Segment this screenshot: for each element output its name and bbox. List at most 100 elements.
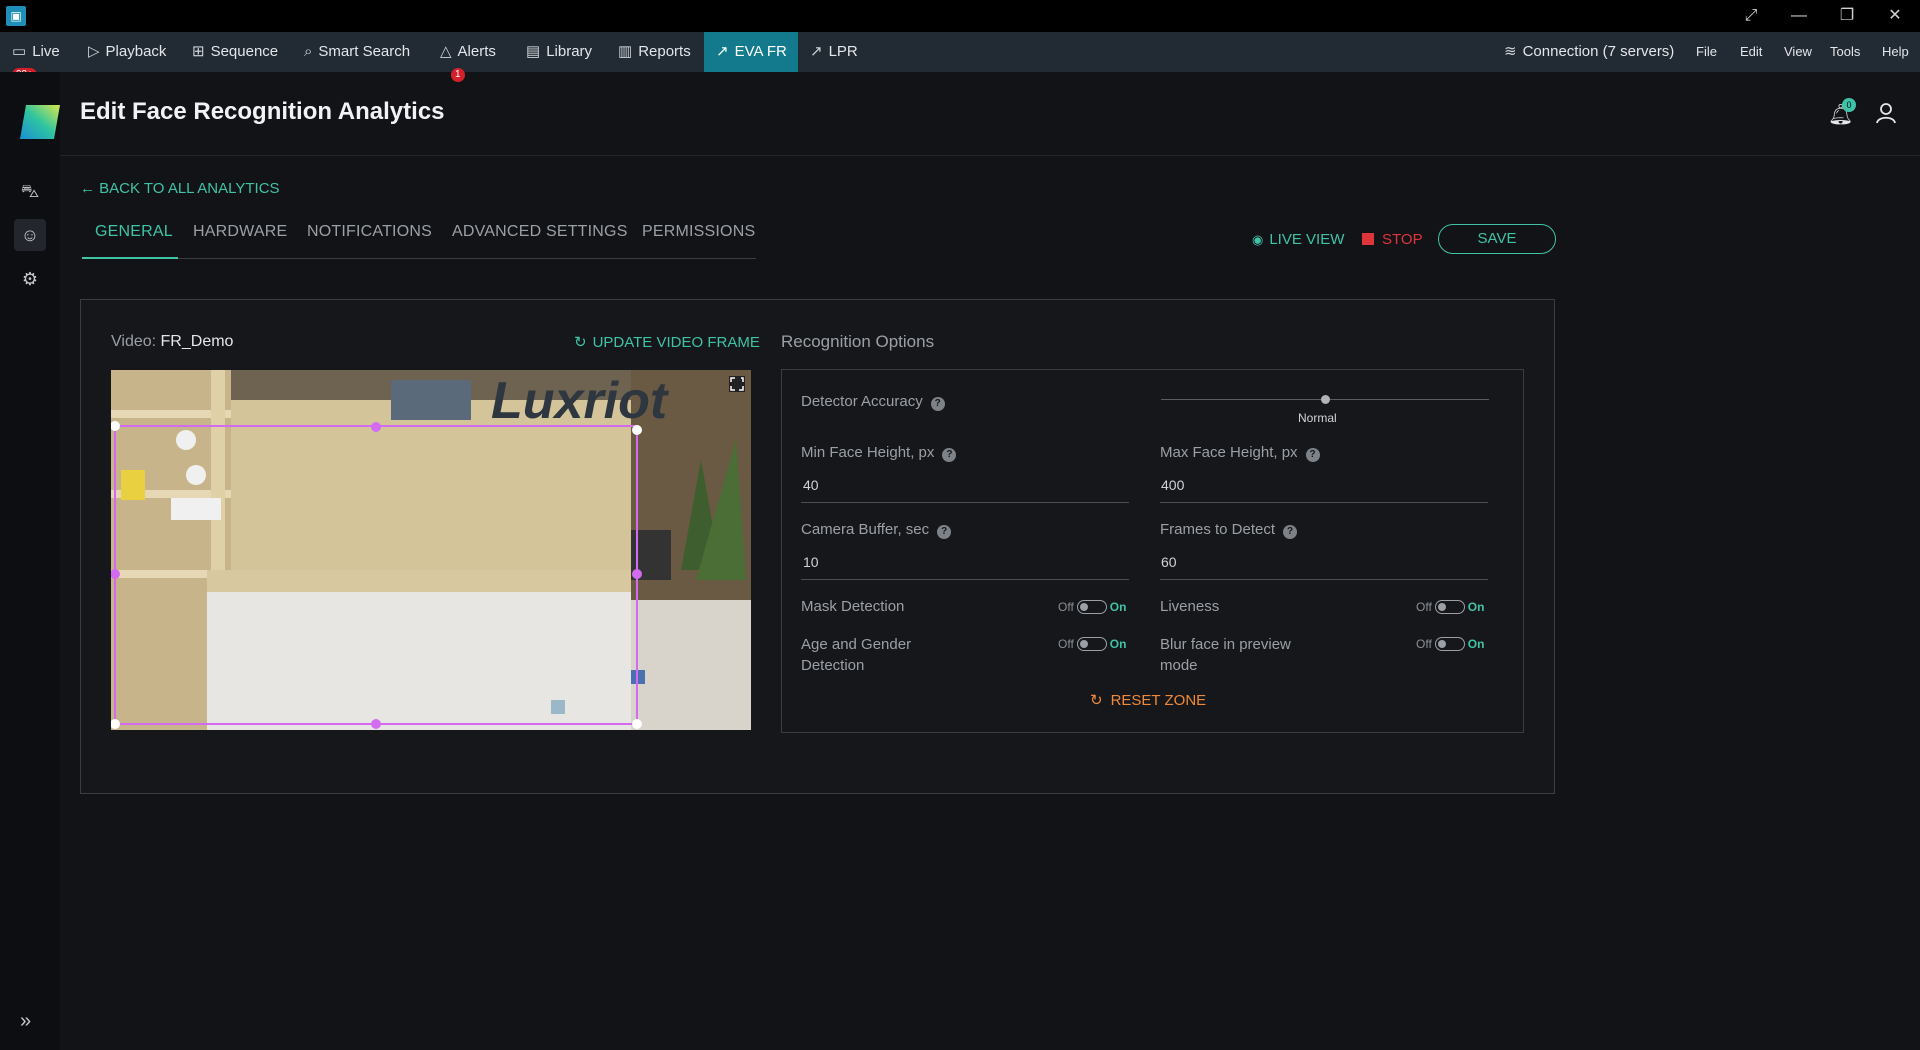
- menu-help[interactable]: Help: [1882, 32, 1909, 72]
- video-label-prefix: Video:: [111, 333, 157, 350]
- monitor-icon: ▭: [12, 43, 27, 60]
- notification-count-badge: 0: [1842, 98, 1856, 112]
- recognition-options-box: [781, 369, 1524, 733]
- liveness-label: Liveness: [1160, 598, 1220, 615]
- toggle-off-label: Off: [1058, 637, 1074, 651]
- menu-smart-search[interactable]: ⌕ Smart Search: [304, 32, 410, 72]
- toggle-off-label: Off: [1416, 600, 1432, 614]
- restore-button[interactable]: ❐: [1824, 0, 1870, 32]
- help-icon[interactable]: ?: [1283, 525, 1298, 539]
- smart-search-icon: ⌕: [304, 43, 313, 60]
- mask-detection-label: Mask Detection: [801, 598, 905, 615]
- max-face-height-input[interactable]: 400: [1161, 477, 1184, 493]
- tab-hardware[interactable]: HARDWARE: [193, 223, 287, 241]
- connection-button[interactable]: ≋ Connection (7 servers): [1504, 32, 1674, 72]
- title-bar: ▣ ⤢ — ❐ ✕: [0, 0, 1920, 32]
- car-icon[interactable]: ⛍: [14, 175, 46, 207]
- camera-buffer-input[interactable]: 10: [803, 554, 819, 570]
- menu-reports-label: Reports: [638, 43, 691, 60]
- blur-face-label-line1: Blur face in preview: [1160, 636, 1291, 653]
- tab-notifications[interactable]: NOTIFICATIONS: [307, 223, 432, 241]
- menu-smart-search-label: Smart Search: [318, 43, 411, 60]
- stop-button[interactable]: STOP: [1362, 231, 1423, 248]
- zone-handle[interactable]: [632, 425, 642, 435]
- sidebar: ⛍ ☺ ⚙: [0, 72, 60, 1050]
- menu-alerts[interactable]: △ Alerts: [440, 32, 496, 72]
- live-view-button[interactable]: ◉ LIVE VIEW: [1252, 231, 1344, 248]
- toggle-on-label: On: [1467, 600, 1485, 614]
- zone-midpoint-handle[interactable]: [371, 719, 381, 729]
- fullscreen-icon[interactable]: [729, 376, 745, 392]
- toggle-switch[interactable]: [1434, 637, 1465, 651]
- min-face-height-label: Min Face Height, px?: [801, 444, 957, 462]
- zone-midpoint-handle[interactable]: [632, 569, 642, 579]
- fullscreen-button[interactable]: ⤢: [1728, 0, 1774, 32]
- frames-to-detect-input[interactable]: 60: [1161, 554, 1177, 570]
- eye-icon: ◉: [1252, 232, 1264, 247]
- frames-to-detect-label: Frames to Detect?: [1160, 521, 1298, 539]
- app-icon: ▣: [6, 6, 26, 26]
- user-icon[interactable]: [1876, 102, 1896, 124]
- menu-playback-label: Playback: [105, 43, 167, 60]
- menu-alerts-label: Alerts: [457, 43, 496, 60]
- toggle-switch[interactable]: [1076, 600, 1107, 614]
- menu-edit[interactable]: Edit: [1740, 32, 1762, 72]
- grid-icon: ⊞: [192, 43, 205, 60]
- minimize-button[interactable]: —: [1776, 0, 1822, 32]
- input-underline: [1160, 579, 1488, 580]
- help-icon[interactable]: ?: [1305, 448, 1320, 462]
- max-face-height-label: Max Face Height, px?: [1160, 444, 1320, 462]
- help-icon[interactable]: ?: [930, 397, 945, 411]
- page-title: Edit Face Recognition Analytics: [80, 98, 445, 125]
- menu-reports[interactable]: ▥ Reports: [618, 32, 691, 72]
- menu-lpr[interactable]: ↗ LPR: [810, 32, 858, 72]
- save-button[interactable]: SAVE: [1438, 224, 1556, 254]
- liveness-toggle[interactable]: Off On: [1416, 600, 1484, 614]
- back-link-label: BACK TO ALL ANALYTICS: [99, 180, 280, 197]
- video-label: Video: FR_Demo: [111, 333, 233, 351]
- menu-playback[interactable]: ▷ Playback: [88, 32, 166, 72]
- face-recognition-icon[interactable]: ☺: [14, 219, 46, 251]
- video-preview[interactable]: Luxriot: [111, 370, 751, 730]
- detector-accuracy-slider-handle[interactable]: [1321, 395, 1330, 404]
- zone-handle[interactable]: [632, 719, 642, 729]
- active-tab-indicator: [82, 257, 178, 259]
- update-video-frame-button[interactable]: ↻ UPDATE VIDEO FRAME: [574, 333, 760, 351]
- detector-accuracy-text: Detector Accuracy: [801, 393, 923, 410]
- menu-eva-fr[interactable]: ↗ EVA FR: [704, 32, 798, 72]
- toggle-switch[interactable]: [1434, 600, 1465, 614]
- blur-face-label-line2: mode: [1160, 657, 1198, 674]
- toggle-switch[interactable]: [1076, 637, 1107, 651]
- menu-sequence[interactable]: ⊞ Sequence: [192, 32, 278, 72]
- update-video-frame-label: UPDATE VIDEO FRAME: [592, 334, 760, 351]
- tab-advanced-settings[interactable]: ADVANCED SETTINGS: [452, 223, 628, 241]
- menu-live[interactable]: ▭ Live: [12, 32, 70, 72]
- expand-sidebar-icon[interactable]: »: [20, 1010, 31, 1033]
- menu-file[interactable]: File: [1696, 32, 1717, 72]
- video-frame: Luxriot: [111, 370, 751, 730]
- back-to-all-analytics-link[interactable]: ← BACK TO ALL ANALYTICS: [80, 180, 280, 197]
- refresh-icon: ↻: [1090, 692, 1103, 709]
- help-icon[interactable]: ?: [937, 525, 952, 539]
- blur-face-toggle[interactable]: Off On: [1416, 637, 1484, 651]
- close-button[interactable]: ✕: [1872, 0, 1918, 32]
- gear-icon[interactable]: ⚙: [14, 263, 46, 295]
- menu-tools[interactable]: Tools: [1830, 32, 1860, 72]
- input-underline: [801, 502, 1129, 503]
- mask-detection-toggle[interactable]: Off On: [1058, 600, 1126, 614]
- zone-midpoint-handle[interactable]: [371, 422, 381, 432]
- age-gender-label-line2: Detection: [801, 657, 865, 674]
- tab-permissions[interactable]: PERMISSIONS: [642, 223, 755, 241]
- bell-icon: △: [440, 43, 452, 60]
- menu-library[interactable]: ▤ Library: [526, 32, 592, 72]
- stop-square-icon: [1362, 233, 1374, 245]
- help-icon[interactable]: ?: [942, 448, 957, 462]
- menu-view[interactable]: View: [1784, 32, 1812, 72]
- reset-zone-label: RESET ZONE: [1110, 692, 1207, 709]
- reset-zone-button[interactable]: ↻ RESET ZONE: [1090, 691, 1206, 709]
- tab-general[interactable]: GENERAL: [95, 223, 173, 241]
- min-face-height-input[interactable]: 40: [803, 477, 819, 493]
- age-gender-detection-toggle[interactable]: Off On: [1058, 637, 1126, 651]
- toggle-off-label: Off: [1058, 600, 1074, 614]
- video-overlay-text: Luxriot: [491, 372, 670, 430]
